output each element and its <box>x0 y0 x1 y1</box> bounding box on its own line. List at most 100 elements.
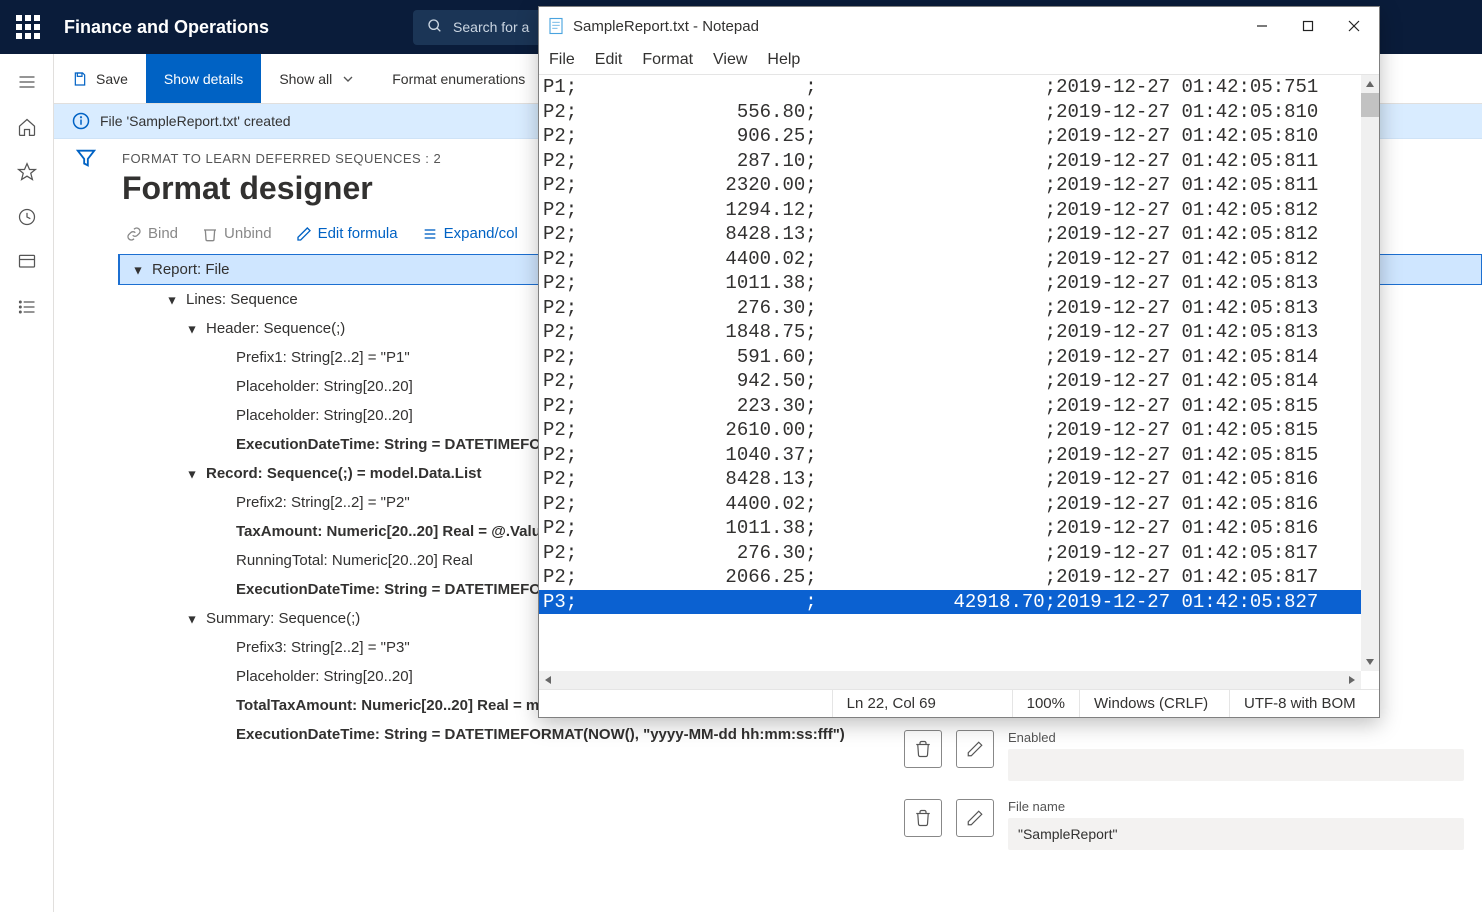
scroll-left-icon[interactable] <box>539 671 557 689</box>
app-launcher-icon[interactable] <box>16 15 40 39</box>
scrollbar-horizontal[interactable] <box>539 671 1361 689</box>
filter-bar <box>54 139 118 912</box>
close-button[interactable] <box>1331 7 1377 45</box>
tree-node-label: Report: File <box>152 261 230 278</box>
maximize-button[interactable] <box>1285 7 1331 45</box>
menu-help[interactable]: Help <box>767 51 800 69</box>
notepad-titlebar[interactable]: SampleReport.txt - Notepad <box>539 7 1379 45</box>
app-title: Finance and Operations <box>64 17 269 38</box>
scrollbar-vertical[interactable] <box>1361 75 1379 671</box>
enabled-label: Enabled <box>1008 730 1464 745</box>
menu-file[interactable]: File <box>549 51 575 69</box>
status-encoding: UTF-8 with BOM <box>1229 690 1379 717</box>
home-icon[interactable] <box>17 117 37 140</box>
minimize-button[interactable] <box>1239 7 1285 45</box>
show-all-button[interactable]: Show all <box>261 54 374 103</box>
search-placeholder: Search for a <box>453 19 529 35</box>
tree-node-label: ExecutionDateTime: String = DATETIMEFOR <box>236 581 552 598</box>
scroll-down-icon[interactable] <box>1361 653 1379 671</box>
status-position: Ln 22, Col 69 <box>832 690 1012 717</box>
notepad-line: P2; 591.60; ;2019-12-27 01:42:05:814 <box>539 345 1361 370</box>
unbind-button[interactable]: Unbind <box>202 225 272 242</box>
notepad-line: P2; 906.25; ;2019-12-27 01:42:05:810 <box>539 124 1361 149</box>
notepad-line: P2; 4400.02; ;2019-12-27 01:42:05:816 <box>539 492 1361 517</box>
notepad-menubar: File Edit Format View Help <box>539 45 1379 75</box>
hamburger-icon[interactable] <box>17 72 37 95</box>
notepad-line: P2; 223.30; ;2019-12-27 01:42:05:815 <box>539 394 1361 419</box>
list-icon[interactable] <box>17 297 37 320</box>
tree-node-label: Record: Sequence(;) = model.Data.List <box>206 465 481 482</box>
notepad-line: P1; ; ;2019-12-27 01:42:05:751 <box>539 75 1361 100</box>
notepad-line: P2; 276.30; ;2019-12-27 01:42:05:813 <box>539 296 1361 321</box>
caret-icon[interactable] <box>186 323 198 335</box>
tree-node-label: Prefix1: String[2..2] = "P1" <box>236 349 410 366</box>
show-details-button[interactable]: Show details <box>146 54 261 103</box>
tree-node-label: Placeholder: String[20..20] <box>236 378 413 395</box>
show-details-label: Show details <box>164 71 243 87</box>
edit-formula-label: Edit formula <box>318 225 398 242</box>
tree-node-label: RunningTotal: Numeric[20..20] Real <box>236 552 473 569</box>
scroll-right-icon[interactable] <box>1343 671 1361 689</box>
unbind-label: Unbind <box>224 225 272 242</box>
expand-collapse-button[interactable]: Expand/col <box>422 225 518 242</box>
expand-label: Expand/col <box>444 225 518 242</box>
delete-filename-button[interactable] <box>904 799 942 837</box>
caret-icon[interactable] <box>186 468 198 480</box>
workspace-icon[interactable] <box>17 252 37 275</box>
delete-enabled-button[interactable] <box>904 730 942 768</box>
notepad-window[interactable]: SampleReport.txt - Notepad File Edit For… <box>538 6 1380 718</box>
tree-node-label: Placeholder: String[20..20] <box>236 668 413 685</box>
save-button[interactable]: Save <box>54 54 146 103</box>
notepad-line: P3; ; 42918.70;2019-12-27 01:42:05:827 <box>539 590 1361 615</box>
status-eol: Windows (CRLF) <box>1079 690 1229 717</box>
show-all-label: Show all <box>279 71 332 87</box>
menu-edit[interactable]: Edit <box>595 51 623 69</box>
caret-icon[interactable] <box>132 264 144 276</box>
tree-node-label: TaxAmount: Numeric[20..20] Real = @.Valu… <box>236 523 549 540</box>
menu-format[interactable]: Format <box>642 51 693 69</box>
caret-icon[interactable] <box>166 294 178 306</box>
notepad-line: P2; 2320.00; ;2019-12-27 01:42:05:811 <box>539 173 1361 198</box>
chevron-down-icon <box>340 71 356 87</box>
tree-node-label: Prefix3: String[2..2] = "P3" <box>236 639 410 656</box>
notepad-text-area[interactable]: P1; ; ;2019-12-27 01:42:05:751P2; 556.80… <box>539 75 1379 689</box>
tree-node-label: Lines: Sequence <box>186 291 298 308</box>
notepad-line: P2; 287.10; ;2019-12-27 01:42:05:811 <box>539 149 1361 174</box>
save-label: Save <box>96 71 128 87</box>
format-enumerations-label: Format enumerations <box>392 71 525 87</box>
notepad-line: P2; 1011.38; ;2019-12-27 01:42:05:813 <box>539 271 1361 296</box>
bind-button[interactable]: Bind <box>126 225 178 242</box>
tree-node-label: ExecutionDateTime: String = DATETIMEFORM… <box>236 726 845 743</box>
notepad-line: P2; 2066.25; ;2019-12-27 01:42:05:817 <box>539 565 1361 590</box>
status-zoom: 100% <box>1012 690 1079 717</box>
edit-enabled-button[interactable] <box>956 730 994 768</box>
filter-icon[interactable] <box>75 147 97 912</box>
notepad-line: P2; 1011.38; ;2019-12-27 01:42:05:816 <box>539 516 1361 541</box>
scroll-up-icon[interactable] <box>1361 75 1379 93</box>
edit-formula-button[interactable]: Edit formula <box>296 225 398 242</box>
menu-view[interactable]: View <box>713 51 747 69</box>
notepad-line: P2; 2610.00; ;2019-12-27 01:42:05:815 <box>539 418 1361 443</box>
search-icon <box>427 18 443 37</box>
info-icon <box>72 112 90 130</box>
star-icon[interactable] <box>17 162 37 185</box>
tree-node-label: ExecutionDateTime: String = DATETIMEFOR <box>236 436 552 453</box>
enabled-value[interactable] <box>1008 749 1464 781</box>
notepad-line: P2; 942.50; ;2019-12-27 01:42:05:814 <box>539 369 1361 394</box>
notepad-line: P2; 1294.12; ;2019-12-27 01:42:05:812 <box>539 198 1361 223</box>
notepad-line: P2; 8428.13; ;2019-12-27 01:42:05:812 <box>539 222 1361 247</box>
tree-node-label: Header: Sequence(;) <box>206 320 345 337</box>
message-text: File 'SampleReport.txt' created <box>100 113 291 129</box>
notepad-line: P2; 276.30; ;2019-12-27 01:42:05:817 <box>539 541 1361 566</box>
filename-value[interactable]: "SampleReport" <box>1008 818 1464 850</box>
format-enumerations-button[interactable]: Format enumerations <box>374 54 543 103</box>
bind-label: Bind <box>148 225 178 242</box>
caret-icon[interactable] <box>186 613 198 625</box>
notepad-line: P2; 4400.02; ;2019-12-27 01:42:05:812 <box>539 247 1361 272</box>
notepad-line: P2; 8428.13; ;2019-12-27 01:42:05:816 <box>539 467 1361 492</box>
nav-rail <box>0 54 54 912</box>
notepad-line: P2; 1040.37; ;2019-12-27 01:42:05:815 <box>539 443 1361 468</box>
tree-node-label: Prefix2: String[2..2] = "P2" <box>236 494 410 511</box>
clock-icon[interactable] <box>17 207 37 230</box>
edit-filename-button[interactable] <box>956 799 994 837</box>
